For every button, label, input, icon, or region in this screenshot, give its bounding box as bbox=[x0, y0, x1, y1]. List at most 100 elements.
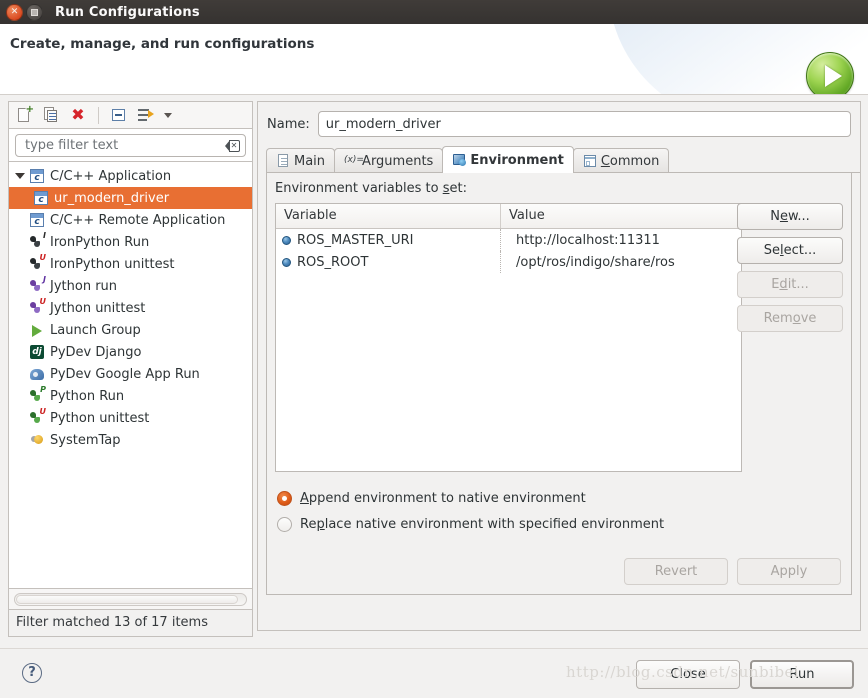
tab-label: Main bbox=[294, 153, 326, 169]
tree-item-label: Jython run bbox=[50, 278, 118, 294]
variable-bullet-icon bbox=[282, 235, 291, 245]
configurations-tree[interactable]: C/C++ Application ur_modern_driver C/C++… bbox=[8, 161, 253, 589]
table-cell-variable: ROS_ROOT bbox=[276, 251, 501, 273]
toolbar-separator bbox=[98, 106, 99, 124]
radio-replace-environment[interactable]: Replace native environment with specifie… bbox=[277, 511, 664, 537]
edit-variable-button: Ed it... bbox=[737, 271, 843, 298]
environment-tab-panel: Environment variables to set: Variable V… bbox=[266, 173, 852, 595]
table-row[interactable]: ROS_ROOT /opt/ros/indigo/share/ros bbox=[276, 251, 741, 273]
radio-label: Replace native environment with specifie… bbox=[300, 516, 665, 532]
configurations-toolbar: + ✖ bbox=[8, 101, 253, 128]
dialog-header: Create, manage, and run configurations bbox=[0, 24, 868, 95]
radio-selected-icon[interactable] bbox=[277, 490, 292, 506]
c-app-icon bbox=[33, 190, 49, 206]
page-title: Create, manage, and run configurations bbox=[10, 36, 315, 52]
tree-item-c-cpp-application[interactable]: C/C++ Application bbox=[9, 165, 252, 187]
column-header-value[interactable]: Value bbox=[501, 204, 741, 228]
tree-item-jython-unittest[interactable]: U Jython unittest bbox=[9, 297, 252, 319]
configuration-editor-panel: Name: Main (x)= Arguments Environment bbox=[257, 101, 861, 631]
tree-item-jython-run[interactable]: J Jython run bbox=[9, 275, 252, 297]
variable-bullet-icon bbox=[282, 257, 291, 267]
common-tab-icon bbox=[583, 154, 597, 168]
collapse-all-icon[interactable] bbox=[110, 106, 128, 124]
tree-item-c-cpp-remote-application[interactable]: C/C++ Remote Application bbox=[9, 209, 252, 231]
environment-variables-table[interactable]: Variable Value ROS_MASTER_URI http://loc… bbox=[275, 203, 742, 472]
main-tab-icon bbox=[276, 154, 290, 168]
scrollbar-thumb[interactable] bbox=[16, 595, 238, 604]
tab-common[interactable]: Common bbox=[572, 148, 670, 173]
tree-item-label: Python unittest bbox=[50, 410, 150, 426]
tree-item-python-unittest[interactable]: U Python unittest bbox=[9, 407, 252, 429]
tab-label: Common bbox=[600, 153, 660, 169]
python-unittest-icon: U bbox=[29, 408, 46, 426]
tree-item-label: IronPython unittest bbox=[50, 256, 175, 272]
tree-item-label: Launch Group bbox=[50, 322, 141, 338]
radio-append-environment[interactable]: Append environment to native environment bbox=[277, 485, 664, 511]
tree-item-python-run[interactable]: P Python Run bbox=[9, 385, 252, 407]
tree-item-label: PyDev Google App Run bbox=[50, 366, 200, 382]
filter-container: ✕ bbox=[8, 128, 253, 161]
tree-item-pydev-google-app-run[interactable]: PyDev Google App Run bbox=[9, 363, 252, 385]
pydev-django-icon: dj bbox=[29, 344, 45, 360]
tab-arguments[interactable]: (x)= Arguments bbox=[334, 148, 444, 173]
tab-environment[interactable]: Environment bbox=[442, 146, 574, 173]
configurations-panel: + ✖ type filter text ✕ c C/C++ Applicati… bbox=[8, 101, 253, 637]
chevron-down-icon[interactable] bbox=[164, 112, 172, 118]
configuration-name-input[interactable] bbox=[317, 111, 851, 137]
pydev-google-app-icon bbox=[29, 366, 45, 382]
help-icon[interactable]: ? bbox=[22, 663, 42, 683]
tab-label: Arguments bbox=[362, 153, 434, 169]
filter-status-text: Filter matched 13 of 17 items bbox=[8, 610, 253, 637]
tree-item-systemtap[interactable]: SystemTap bbox=[9, 429, 252, 451]
expand-twisty-icon[interactable] bbox=[15, 173, 25, 179]
search-input[interactable] bbox=[23, 137, 225, 154]
close-icon[interactable]: ✕ bbox=[6, 3, 23, 21]
python-run-icon: P bbox=[29, 386, 46, 404]
maximize-icon[interactable] bbox=[26, 3, 43, 21]
jython-unittest-icon: U bbox=[29, 298, 46, 316]
tree-item-label: Jython unittest bbox=[50, 300, 146, 316]
horizontal-scrollbar[interactable] bbox=[14, 593, 247, 606]
tree-item-label: ur_modern_driver bbox=[54, 190, 170, 206]
tree-item-label: PyDev Django bbox=[50, 344, 142, 360]
table-cell-value: http://localhost:11311 bbox=[516, 232, 660, 248]
window-title: Run Configurations bbox=[55, 4, 200, 20]
remove-variable-button: Rem o ve bbox=[737, 305, 843, 332]
delete-configuration-icon[interactable]: ✖ bbox=[69, 106, 87, 124]
tab-label: Environment bbox=[470, 152, 564, 168]
apply-button: Apply bbox=[737, 558, 841, 585]
table-cell-variable: ROS_MASTER_URI bbox=[276, 229, 501, 251]
select-variable-button[interactable]: Se l ect... bbox=[737, 237, 843, 264]
tree-item-ur-modern-driver[interactable]: ur_modern_driver bbox=[9, 187, 252, 209]
tree-item-ironpython-run[interactable]: I IronPython Run bbox=[9, 231, 252, 253]
jython-run-icon: J bbox=[29, 276, 46, 294]
tree-item-label: C/C++ Remote Application bbox=[50, 212, 226, 228]
dialog-buttons: Close Run bbox=[636, 660, 854, 689]
systemtap-icon bbox=[29, 432, 45, 448]
tab-main[interactable]: Main bbox=[266, 148, 336, 173]
column-header-variable[interactable]: Variable bbox=[276, 204, 501, 228]
c-app-icon bbox=[29, 212, 45, 228]
tree-item-pydev-django[interactable]: dj PyDev Django bbox=[9, 341, 252, 363]
run-configurations-dialog: ✕ Run Configurations Create, manage, and… bbox=[0, 0, 868, 698]
clear-field-icon[interactable]: ✕ bbox=[225, 139, 240, 152]
tree-item-ironpython-unittest[interactable]: U IronPython unittest bbox=[9, 253, 252, 275]
environment-section-label: Environment variables to set: bbox=[275, 181, 467, 196]
variable-name: ROS_ROOT bbox=[297, 254, 369, 270]
tree-item-launch-group[interactable]: Launch Group bbox=[9, 319, 252, 341]
ironpython-run-icon: I bbox=[29, 232, 46, 250]
new-variable-button[interactable]: Ne w... bbox=[737, 203, 843, 230]
table-header: Variable Value bbox=[276, 204, 741, 229]
table-row[interactable]: ROS_MASTER_URI http://localhost:11311 bbox=[276, 229, 741, 251]
filter-launch-configurations-icon[interactable] bbox=[137, 106, 155, 124]
dialog-footer: ? Close Run bbox=[0, 648, 868, 698]
filter-input-wrapper[interactable]: ✕ bbox=[15, 134, 246, 157]
arguments-tab-icon: (x)= bbox=[344, 155, 364, 165]
table-cell-value: /opt/ros/indigo/share/ros bbox=[516, 254, 675, 270]
duplicate-configuration-icon[interactable] bbox=[42, 106, 60, 124]
radio-unselected-icon[interactable] bbox=[277, 516, 292, 532]
new-configuration-icon[interactable]: + bbox=[15, 105, 34, 124]
tree-horizontal-scrollbar-area bbox=[8, 589, 253, 610]
close-button[interactable]: Close bbox=[636, 660, 740, 689]
run-button[interactable]: Run bbox=[750, 660, 854, 689]
